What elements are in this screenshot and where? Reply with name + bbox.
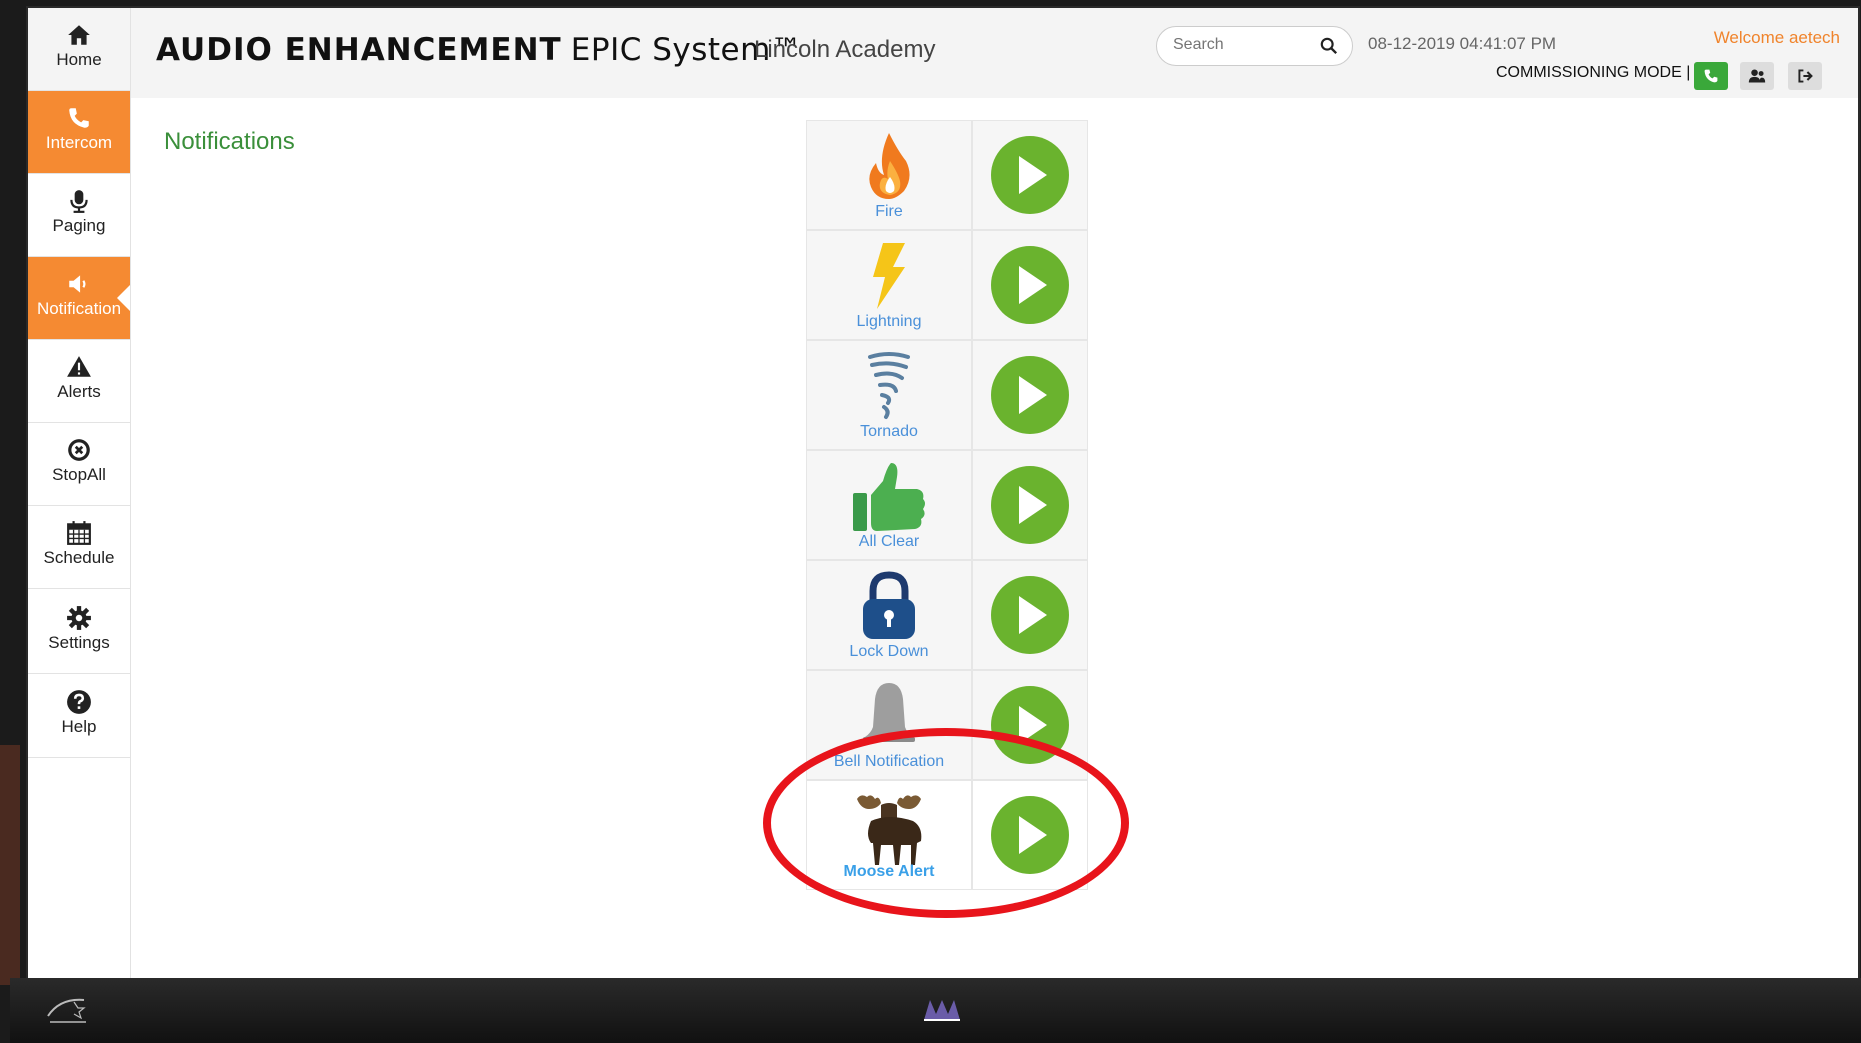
sidebar-item-label: Alerts (57, 382, 101, 401)
energy-star-icon (47, 998, 86, 1023)
sidebar-item-label: Intercom (45, 133, 113, 152)
search-icon[interactable] (1320, 37, 1338, 55)
notification-row-all-clear: All Clear (806, 450, 1088, 560)
notification-row-fire: Fire (806, 120, 1088, 230)
notification-row-lightning: Lightning (806, 230, 1088, 340)
mode-indicator: COMMISSIONING MODE | (1496, 64, 1691, 81)
sidebar-item-alerts[interactable]: Alerts (28, 340, 130, 423)
app-title: AUDIO ENHANCEMENT EPIC System™ (156, 32, 802, 68)
lightning-icon (873, 243, 905, 309)
notification-tile-lock-down[interactable]: Lock Down (806, 560, 972, 670)
sidebar-item-label: StopAll (52, 465, 106, 484)
play-button-lock-down[interactable] (991, 576, 1069, 654)
gear-icon (67, 606, 91, 630)
notification-tile-fire[interactable]: Fire (806, 120, 972, 230)
play-cell-lock-down (972, 560, 1088, 670)
sidebar-item-help[interactable]: Help (28, 675, 130, 758)
notification-label: Lock Down (849, 643, 929, 660)
notification-tile-moose[interactable]: Moose Alert (806, 780, 972, 890)
monitor-base (10, 978, 1861, 1043)
notification-label: Tornado (860, 423, 918, 440)
datetime: 08-12-2019 04:41:07 PM (1368, 34, 1557, 53)
screen: AUDIO ENHANCEMENT EPIC System™ Lincoln A… (26, 6, 1860, 980)
notification-tile-all-clear[interactable]: All Clear (806, 450, 972, 560)
logout-button[interactable] (1788, 62, 1822, 90)
sidebar: Home Intercom Paging Notification Alerts… (28, 8, 131, 978)
sidebar-item-label: Settings (48, 633, 110, 652)
notification-row-lock-down: Lock Down (806, 560, 1088, 670)
search-box[interactable] (1156, 26, 1353, 66)
logout-icon (1798, 69, 1813, 83)
play-cell-moose (972, 780, 1088, 890)
moose-icon (857, 795, 922, 865)
notification-label: Lightning (856, 313, 922, 330)
notification-row-bell: Bell Notification (806, 670, 1088, 780)
users-icon (1748, 69, 1766, 83)
sidebar-item-label: Schedule (43, 548, 115, 567)
sidebar-item-paging[interactable]: Paging (28, 174, 130, 257)
play-button-tornado[interactable] (991, 356, 1069, 434)
tornado-icon (868, 352, 910, 419)
sidebar-item-home[interactable]: Home (28, 8, 130, 91)
notification-label: All Clear (858, 533, 920, 550)
monitor-bezel (0, 745, 20, 985)
notification-label: Moose Alert (843, 863, 935, 880)
home-icon (68, 25, 90, 45)
notification-label: Fire (875, 203, 903, 220)
phone-icon (69, 108, 89, 128)
welcome-text: Welcome aetech (1713, 28, 1840, 47)
sidebar-item-settings[interactable]: Settings (28, 591, 130, 674)
play-button-bell[interactable] (991, 686, 1069, 764)
notification-tile-lightning[interactable]: Lightning (806, 230, 972, 340)
top-header: AUDIO ENHANCEMENT EPIC System™ Lincoln A… (28, 8, 1858, 98)
sidebar-item-label: Home (56, 50, 102, 69)
brand-logo-icon (924, 1000, 960, 1021)
microphone-icon (70, 190, 88, 213)
speaker-icon (69, 275, 86, 293)
sidebar-item-schedule[interactable]: Schedule (28, 506, 130, 589)
sidebar-item-stopall[interactable]: StopAll (28, 423, 130, 506)
lock-icon (863, 571, 915, 639)
play-cell-fire (972, 120, 1088, 230)
help-icon (67, 690, 91, 714)
notification-tile-tornado[interactable]: Tornado (806, 340, 972, 450)
play-button-all-clear[interactable] (991, 466, 1069, 544)
thumbs-up-icon (853, 463, 925, 531)
play-cell-lightning (972, 230, 1088, 340)
notification-row-tornado: Tornado (806, 340, 1088, 450)
sidebar-item-notification[interactable]: Notification (28, 257, 130, 340)
call-button[interactable] (1694, 62, 1728, 90)
play-button-fire[interactable] (991, 136, 1069, 214)
bell-icon (863, 683, 915, 742)
page-title: Notifications (164, 128, 295, 155)
users-button[interactable] (1740, 62, 1774, 90)
calendar-icon (67, 521, 91, 545)
brand-name: AUDIO ENHANCEMENT (156, 32, 562, 68)
play-cell-tornado (972, 340, 1088, 450)
sidebar-item-label: Paging (52, 216, 106, 235)
phone-icon (1704, 69, 1718, 83)
notification-label: Bell Notification (833, 753, 945, 770)
sidebar-item-intercom[interactable]: Intercom (28, 91, 130, 174)
sidebar-item-label: Help (61, 717, 97, 736)
notification-row-moose: Moose Alert (806, 780, 1088, 890)
search-input[interactable] (1171, 35, 1315, 55)
school-name: Lincoln Academy (754, 36, 936, 63)
fire-icon (869, 133, 910, 199)
stop-circle-icon (68, 439, 90, 461)
play-cell-bell (972, 670, 1088, 780)
notification-tile-bell[interactable]: Bell Notification (806, 670, 972, 780)
play-button-moose[interactable] (991, 796, 1069, 874)
play-cell-all-clear (972, 450, 1088, 560)
notification-grid: Fire Lightning Tornado All Clear Lock Do… (806, 120, 1088, 890)
warning-icon (67, 356, 91, 377)
play-button-lightning[interactable] (991, 246, 1069, 324)
sidebar-item-label: Notification (36, 299, 122, 318)
